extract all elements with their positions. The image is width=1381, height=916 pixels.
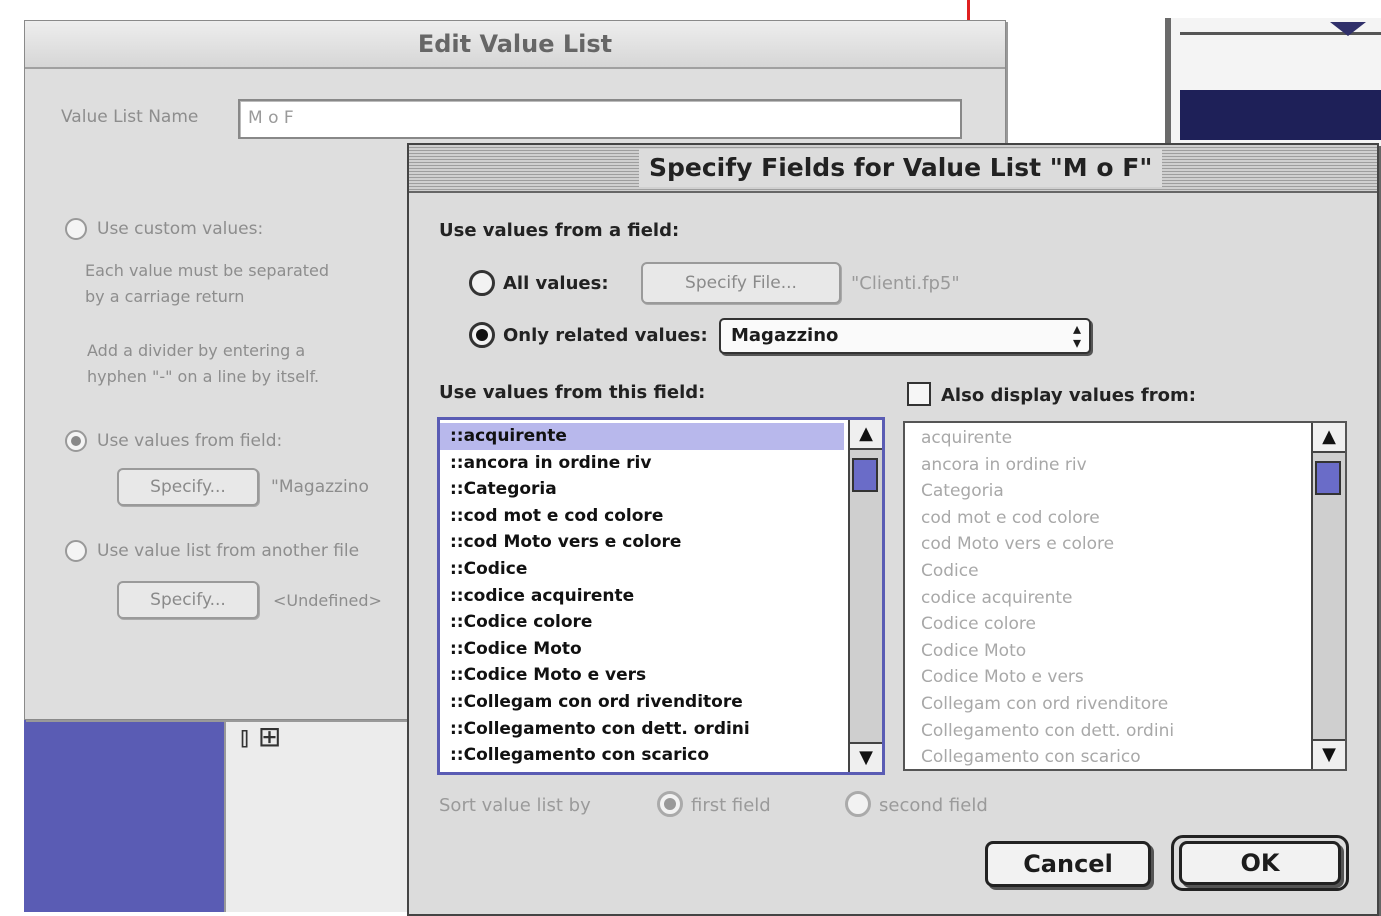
popup-arrows-icon: ▴ ▾ [1072, 319, 1081, 352]
sort-second-radio[interactable] [845, 791, 871, 817]
list-item[interactable]: Codice Moto e vers [911, 664, 1311, 691]
use-values-from-field-label: Use values from a field: [439, 220, 680, 241]
list-item[interactable]: ::cod Moto vers e colore [440, 529, 844, 556]
list-item[interactable]: ::Codice Moto [440, 636, 844, 663]
specify-fields-dialog: Specify Fields for Value List "M o F" Us… [407, 143, 1379, 916]
background-window-bar [1180, 90, 1381, 140]
field-list[interactable]: ::acquirente::ancora in ordine riv::Cate… [437, 417, 885, 775]
list-item[interactable]: ::Collegam con ord rivenditore [440, 689, 844, 716]
value-list-name-field[interactable]: M o F [238, 99, 962, 139]
sort-label: Sort value list by [439, 795, 591, 816]
list-item[interactable]: cod Moto vers e colore [911, 531, 1311, 558]
list-item[interactable]: ancora in ordine riv [911, 452, 1311, 479]
background-window-edge [967, 0, 970, 20]
scroll-thumb[interactable] [852, 458, 878, 492]
list-item[interactable]: ::ancora in ordine riv [440, 450, 844, 477]
also-display-label: Also display values from: [941, 385, 1196, 406]
background-arrow-icon [1330, 22, 1366, 36]
specify-field-button[interactable]: Specify... [117, 468, 259, 506]
custom-help-line: by a carriage return [85, 287, 245, 306]
list-item[interactable]: ::cod mot e cod colore [440, 503, 844, 530]
background-status-area [24, 716, 224, 912]
values-from-field-radio[interactable] [65, 430, 87, 452]
also-display-checkbox[interactable] [907, 382, 931, 406]
dialog-title: Specify Fields for Value List "M o F" [639, 149, 1163, 187]
file-name-text: "Clienti.fp5" [851, 273, 960, 294]
list-item[interactable]: ::codice acquirente [440, 583, 844, 610]
list-item[interactable]: Collegamento con scarico [911, 744, 1311, 769]
value-list-name-value: M o F [248, 108, 294, 128]
list-item[interactable]: cod mot e cod colore [911, 505, 1311, 532]
list-item[interactable]: Codice Moto [911, 638, 1311, 665]
custom-values-radio[interactable] [65, 218, 87, 240]
list-item[interactable]: ::acquirente [440, 423, 844, 450]
cancel-button[interactable]: Cancel [985, 841, 1151, 887]
second-field-list[interactable]: acquirente ancora in ordine riv Categoria c… [903, 421, 1347, 771]
other-file-value: <Undefined> [273, 591, 382, 610]
specify-file-button[interactable]: Specify File... [641, 262, 841, 304]
relationship-value: Magazzino [731, 325, 839, 346]
this-field-label: Use values from this field: [439, 382, 706, 403]
custom-help-line: Add a divider by entering a [87, 341, 306, 360]
edit-value-list-title[interactable]: Edit Value List [25, 21, 1005, 69]
custom-values-label: Use custom values: [97, 219, 264, 239]
specify-other-button[interactable]: Specify... [117, 581, 259, 619]
only-related-label: Only related values: [503, 325, 708, 346]
list-item[interactable]: Categoria [911, 478, 1311, 505]
sort-first-radio[interactable] [657, 791, 683, 817]
list-item[interactable]: Collegam con ord rivenditore [911, 691, 1311, 718]
relationship-popup[interactable]: Magazzino ▴ ▾ [719, 318, 1091, 354]
all-values-radio[interactable] [469, 270, 495, 296]
scroll-up-icon[interactable]: ▲ [850, 420, 882, 450]
field-value-text: "Magazzino [271, 477, 369, 497]
second-list-scrollbar[interactable]: ▲ ▼ [1311, 423, 1345, 769]
sort-second-label: second field [879, 795, 988, 816]
scroll-up-icon[interactable]: ▲ [1313, 423, 1345, 453]
value-list-name-label: Value List Name [61, 107, 199, 127]
list-item[interactable]: Collegamento con dett. ordini [911, 718, 1311, 745]
list-item[interactable]: ::Codice Moto e vers [440, 662, 844, 689]
list-item[interactable]: acquirente [911, 425, 1311, 452]
only-related-radio[interactable] [469, 322, 495, 348]
ok-button[interactable]: OK [1179, 841, 1341, 885]
field-list-scrollbar[interactable]: ▲ ▼ [848, 420, 882, 772]
all-values-label: All values: [503, 273, 609, 294]
scroll-down-icon[interactable]: ▼ [1313, 739, 1345, 769]
table-tool-icon[interactable]: ⫾ ⊞ [240, 720, 281, 754]
scroll-thumb[interactable] [1315, 461, 1341, 495]
other-file-label: Use value list from another file [97, 541, 360, 561]
list-item[interactable]: ::Collegamento con dett. ordini [440, 716, 844, 743]
custom-help-line: hyphen "-" on a line by itself. [87, 367, 320, 386]
list-item[interactable]: Codice [911, 558, 1311, 585]
list-item[interactable]: Codice colore [911, 611, 1311, 638]
values-from-field-label: Use values from field: [97, 431, 283, 451]
list-item[interactable]: ::Collegamento con scarico [440, 742, 844, 769]
scroll-down-icon[interactable]: ▼ [850, 742, 882, 772]
sort-first-label: first field [691, 795, 771, 816]
other-file-radio[interactable] [65, 540, 87, 562]
list-item[interactable]: ::Categoria [440, 476, 844, 503]
list-item[interactable]: codice acquirente [911, 585, 1311, 612]
custom-help-line: Each value must be separated [85, 261, 330, 280]
list-item[interactable]: ::Codice [440, 556, 844, 583]
list-item[interactable]: ::Codice colore [440, 609, 844, 636]
